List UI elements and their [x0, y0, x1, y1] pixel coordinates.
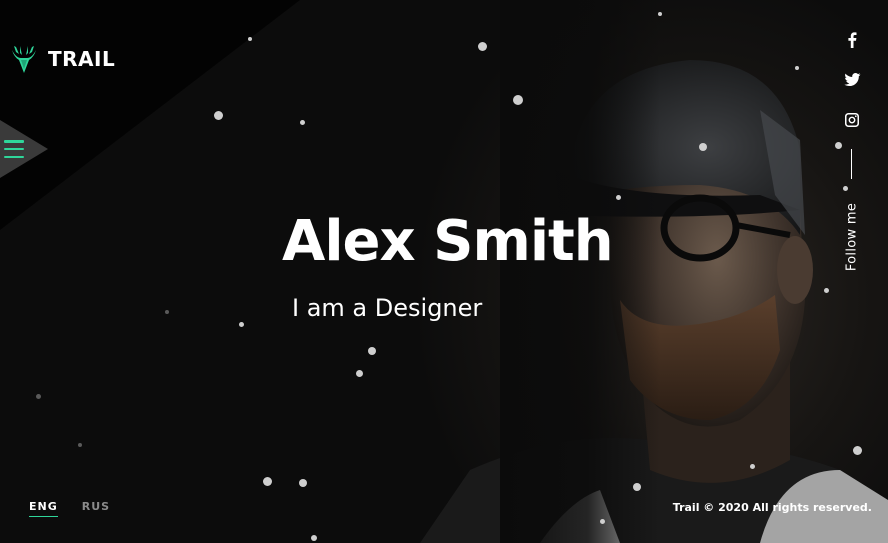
particle: [263, 477, 272, 486]
facebook-link[interactable]: [840, 28, 864, 52]
particle: [633, 483, 641, 491]
hamburger-menu-icon[interactable]: [4, 140, 24, 158]
hero-prefix: I am a: [292, 294, 368, 322]
brand-name: TRAIL: [48, 47, 116, 71]
instagram-icon: [845, 113, 859, 127]
language-switcher: ENG RUS: [29, 500, 110, 517]
particle: [248, 37, 252, 41]
hero-name: Alex Smith: [282, 209, 614, 274]
lang-eng[interactable]: ENG: [29, 500, 58, 517]
brand-logo[interactable]: TRAIL: [10, 44, 115, 74]
particle: [699, 143, 707, 151]
particle: [36, 394, 41, 399]
lang-rus[interactable]: RUS: [82, 500, 110, 517]
copyright-text: Trail © 2020 All rights reserved.: [672, 501, 872, 514]
deer-antler-icon: [12, 46, 36, 73]
particle: [513, 95, 523, 105]
twitter-link[interactable]: [840, 68, 864, 92]
particle: [478, 42, 487, 51]
particle: [299, 479, 307, 487]
twitter-icon: [844, 73, 861, 86]
instagram-link[interactable]: [840, 108, 864, 132]
particle: [356, 370, 363, 377]
particle: [843, 186, 848, 191]
particle: [835, 142, 842, 149]
particle: [600, 519, 605, 524]
particle: [750, 464, 755, 469]
particle: [795, 66, 799, 70]
particle: [239, 322, 244, 327]
particle: [300, 120, 305, 125]
particle: [311, 535, 317, 541]
hero-subtitle: I am a Designer: [292, 292, 482, 324]
social-links: [840, 28, 864, 132]
particle: [853, 446, 862, 455]
particle: [658, 12, 662, 16]
facebook-icon: [848, 32, 857, 48]
particle: [616, 195, 621, 200]
follow-me-label: Follow me: [844, 202, 860, 272]
particle: [368, 347, 376, 355]
particle: [165, 310, 169, 314]
hero-role: Designer: [374, 294, 483, 322]
particle: [824, 288, 829, 293]
follow-divider: [851, 149, 852, 179]
particle: [78, 443, 82, 447]
particle: [214, 111, 223, 120]
